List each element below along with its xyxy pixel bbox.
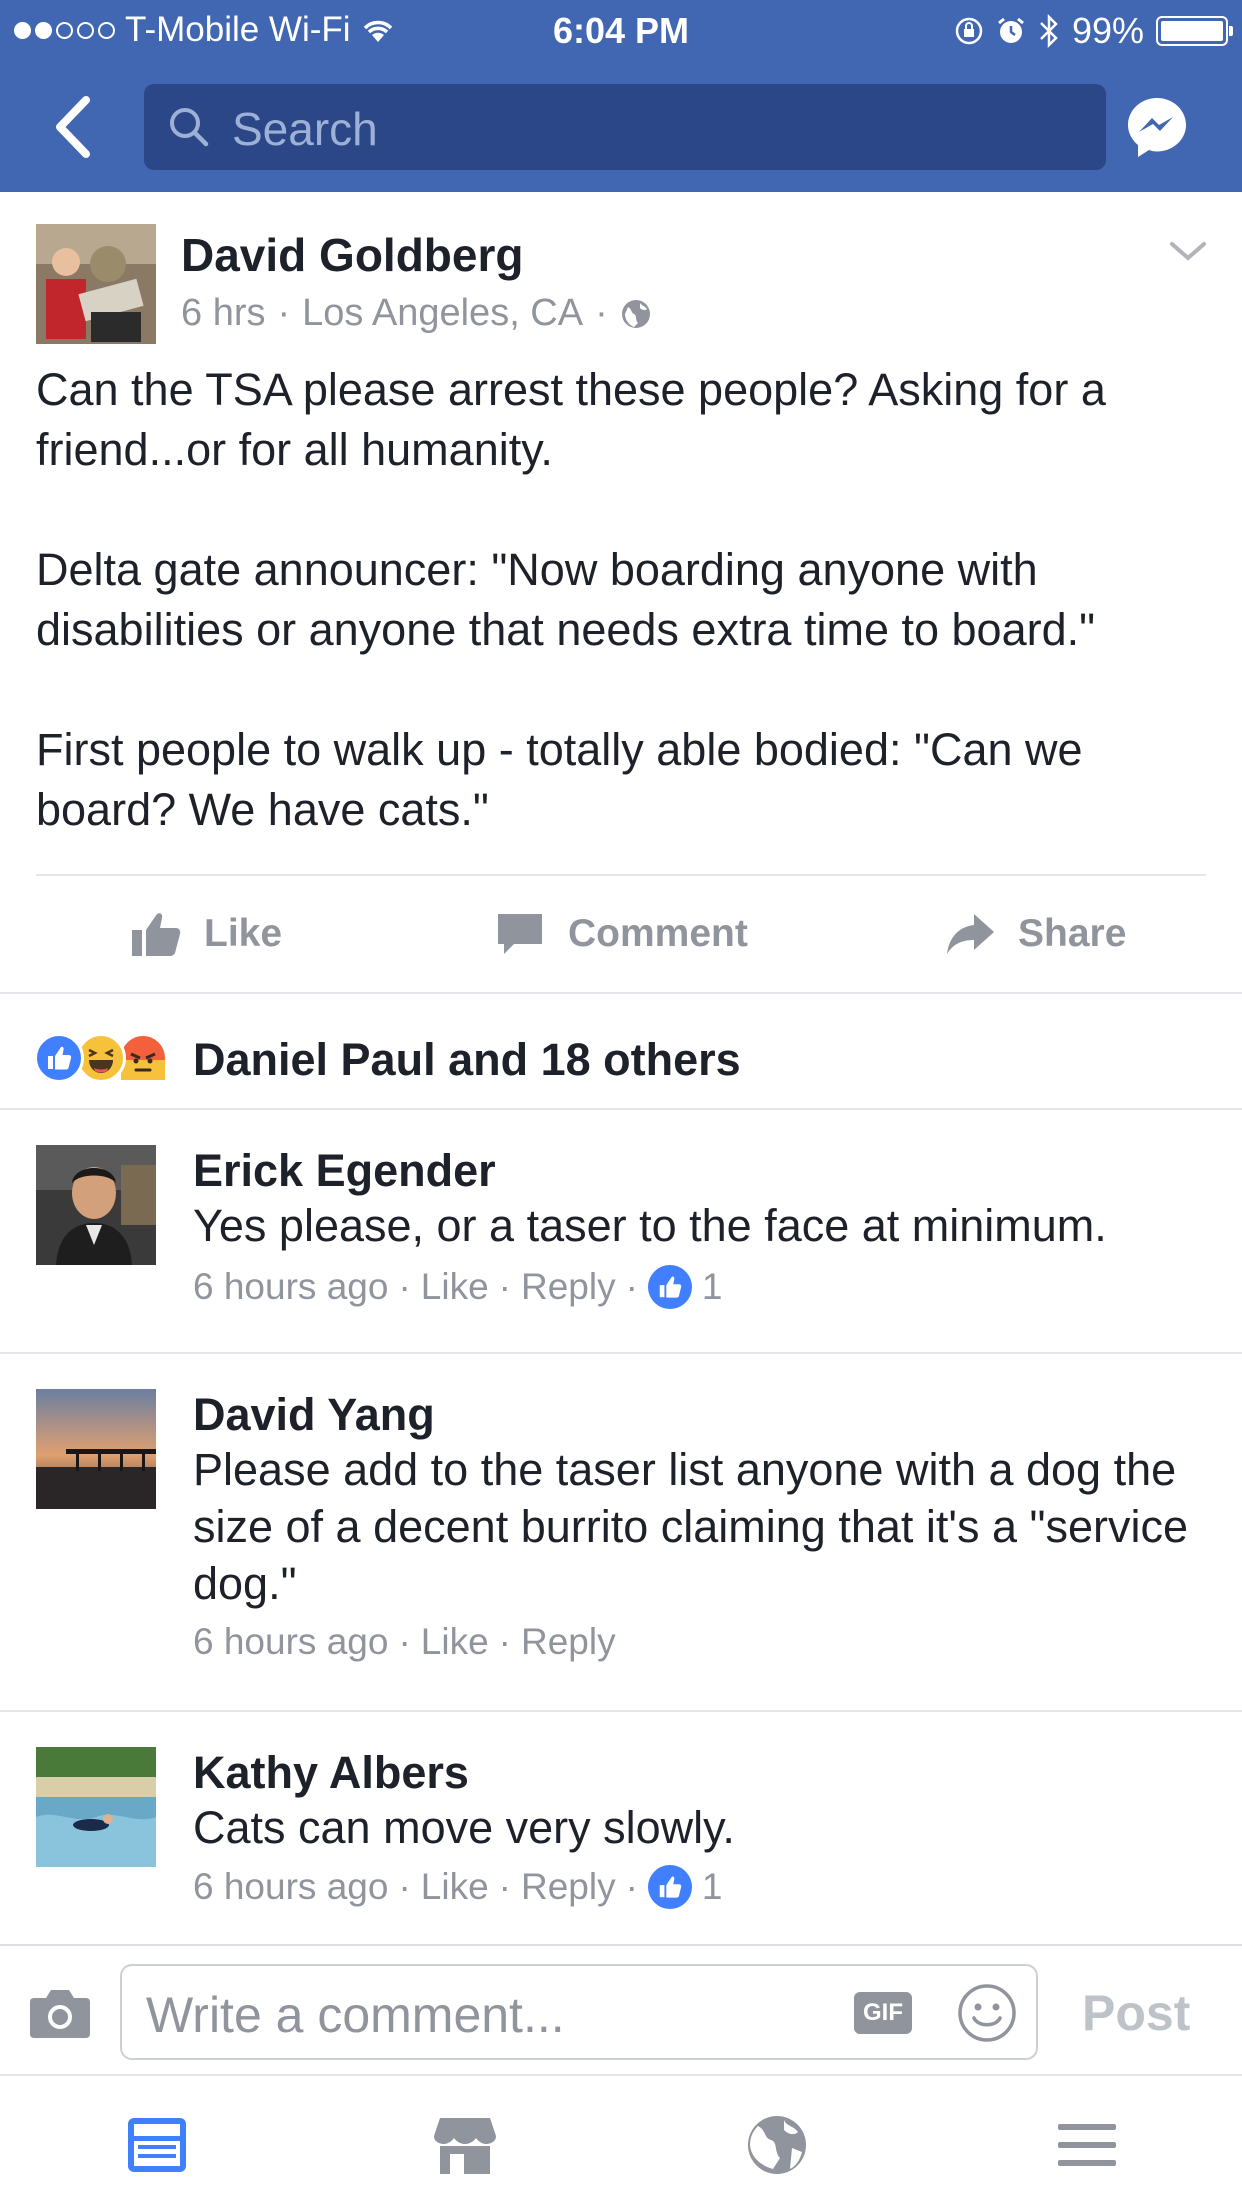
divider (0, 1352, 1242, 1354)
meta-separator: · (498, 1621, 511, 1662)
commenter-avatar[interactable] (36, 1747, 156, 1867)
post-paragraph: Delta gate announcer: "Now boarding anyo… (36, 544, 1096, 655)
meta-separator: · (625, 1866, 638, 1907)
search-placeholder: Search (232, 103, 378, 155)
reactions-summary[interactable]: Daniel Paul and 18 others (193, 1034, 741, 1086)
commenter-name[interactable]: Kathy Albers (193, 1747, 469, 1799)
search-icon (170, 108, 209, 147)
divider (0, 992, 1242, 994)
like-badge-icon (647, 1265, 692, 1309)
gif-button[interactable]: GIF (854, 1992, 912, 2034)
globe-notifications-icon[interactable] (744, 2114, 810, 2176)
comment-button[interactable]: Comment (494, 876, 748, 992)
post-actions: Like Comment Share (0, 876, 1242, 992)
meta-separator: · (398, 1266, 411, 1307)
alarm-icon (998, 17, 1024, 43)
marketplace-icon[interactable] (432, 2114, 498, 2176)
search-input[interactable]: Search (144, 84, 1106, 170)
messenger-icon[interactable] (1124, 94, 1190, 160)
bluetooth-icon (1040, 14, 1058, 48)
like-label: Like (204, 912, 283, 955)
emoji-icon[interactable] (956, 1982, 1018, 2044)
post-paragraph: First people to walk up - totally able b… (36, 724, 1083, 835)
share-button[interactable]: Share (944, 876, 1126, 992)
comment-meta: 6 hours ago · Like · Reply (193, 1621, 616, 1663)
rotation-lock-icon (955, 17, 983, 45)
comment-placeholder: Write a comment... (146, 1987, 565, 2043)
reactions-icons[interactable] (34, 1030, 168, 1086)
comment-meta: 6 hours ago · Like · Reply · 1 (193, 1265, 723, 1309)
status-right: 99% (954, 10, 1233, 52)
meta-separator: · (595, 292, 608, 334)
comment-composer: Write a comment... GIF Post (0, 1944, 1242, 2074)
meta-separator: · (398, 1621, 411, 1662)
tab-bar (0, 2074, 1242, 2208)
post-button[interactable]: Post (1082, 1984, 1190, 2042)
battery-icon (1156, 16, 1233, 46)
comment-input[interactable]: Write a comment... GIF (120, 1964, 1038, 2060)
post-meta: 6 hrs · Los Angeles, CA · (181, 292, 652, 335)
comment-text: Cats can move very slowly. (193, 1802, 735, 1853)
back-arrow-icon[interactable] (46, 92, 106, 162)
comment-time: 6 hours ago (193, 1866, 389, 1907)
globe-icon (621, 299, 650, 328)
nav-bar: Search (0, 62, 1242, 192)
like-reaction-icon (34, 1033, 84, 1083)
meta-separator: · (498, 1266, 511, 1307)
comment-label: Comment (568, 912, 748, 955)
commenter-name[interactable]: Erick Egender (193, 1145, 496, 1197)
comment-like-count[interactable]: 1 (702, 1266, 723, 1308)
comment-like-link[interactable]: Like (421, 1266, 489, 1308)
meta-separator: · (398, 1866, 411, 1907)
commenter-avatar[interactable] (36, 1145, 156, 1265)
chevron-down-icon[interactable] (1168, 236, 1208, 266)
menu-icon[interactable] (1054, 2114, 1120, 2176)
like-button[interactable]: Like (130, 876, 282, 992)
comment-reply-link[interactable]: Reply (521, 1866, 616, 1908)
comment-meta: 6 hours ago · Like · Reply · 1 (193, 1865, 723, 1909)
post-location[interactable]: Los Angeles, CA (302, 292, 583, 335)
comment-time: 6 hours ago (193, 1621, 389, 1662)
comment-like-link[interactable]: Like (421, 1866, 489, 1908)
comment-icon (498, 914, 542, 954)
post-paragraph: Can the TSA please arrest these people? … (36, 364, 1106, 475)
post-time: 6 hrs (181, 292, 266, 334)
top-header: T-Mobile Wi-Fi 6:04 PM 99% Search (0, 0, 1242, 192)
comment-text: Yes please, or a taser to the face at mi… (193, 1200, 1107, 1251)
comment-reply-link[interactable]: Reply (521, 1266, 616, 1308)
news-feed-icon[interactable] (124, 2114, 190, 2176)
comment-like-count[interactable]: 1 (702, 1866, 723, 1908)
like-badge-icon (647, 1865, 692, 1909)
share-label: Share (1018, 912, 1127, 955)
comment-reply-link[interactable]: Reply (521, 1621, 616, 1663)
comment-like-link[interactable]: Like (421, 1621, 489, 1663)
post-body: Can the TSA please arrest these people? … (36, 360, 1216, 840)
meta-separator: · (277, 292, 291, 334)
comment-time: 6 hours ago (193, 1266, 389, 1307)
status-bar: T-Mobile Wi-Fi 6:04 PM 99% (0, 0, 1242, 62)
camera-icon[interactable] (28, 1986, 92, 2040)
post-author-name[interactable]: David Goldberg (181, 228, 523, 282)
battery-percent: 99% (1071, 10, 1144, 51)
thumbs-up-icon (132, 913, 181, 956)
meta-separator: · (625, 1266, 638, 1307)
share-arrow-icon (947, 914, 994, 954)
post-author-avatar[interactable] (36, 224, 156, 344)
divider (0, 1108, 1242, 1110)
commenter-name[interactable]: David Yang (193, 1389, 435, 1441)
comment-text: Please add to the taser list anyone with… (193, 1444, 1189, 1609)
commenter-avatar[interactable] (36, 1389, 156, 1509)
meta-separator: · (498, 1866, 511, 1907)
divider (0, 1710, 1242, 1712)
